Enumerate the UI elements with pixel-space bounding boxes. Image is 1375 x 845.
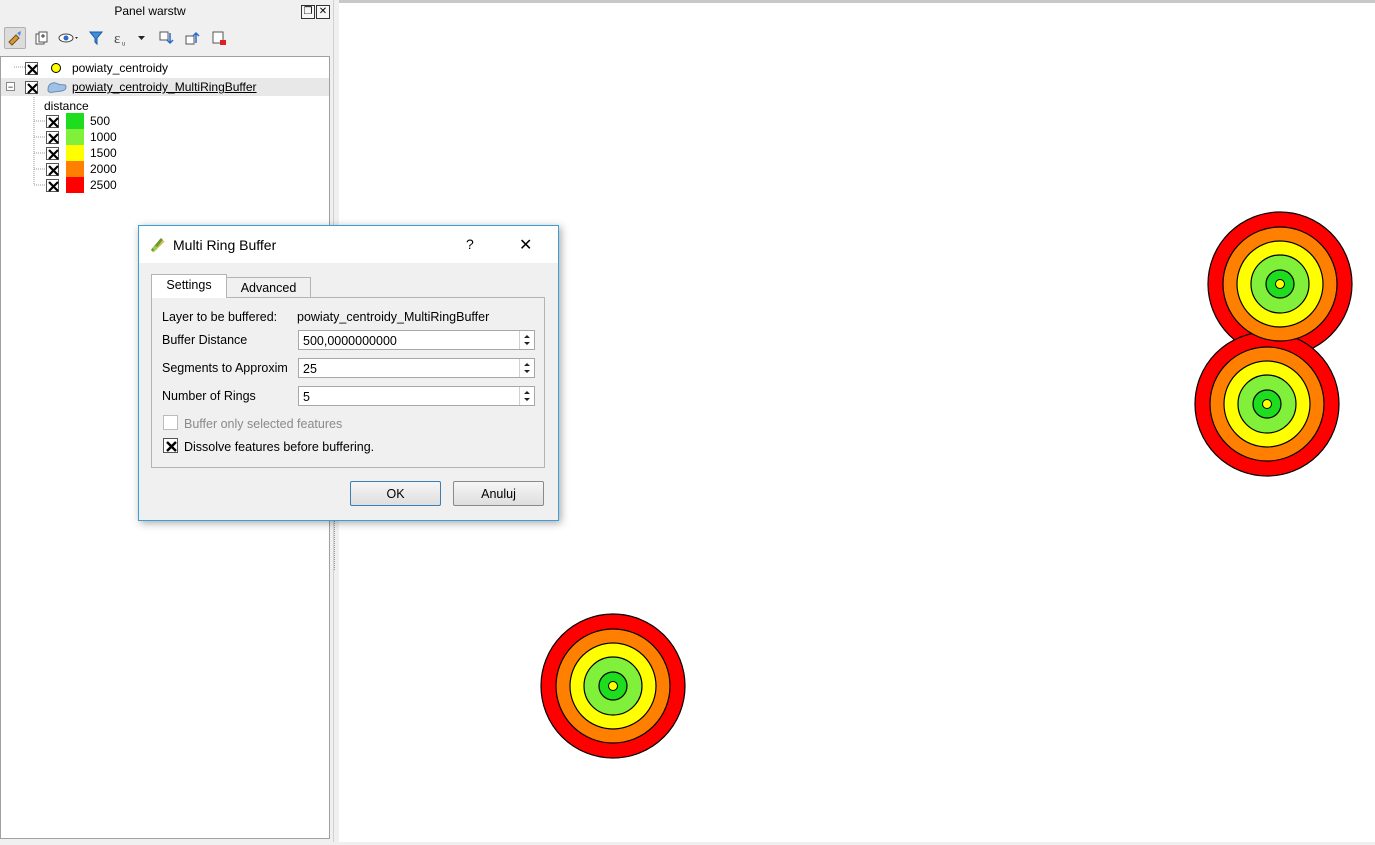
dissolve-checkbox[interactable] [163,438,178,453]
rings-value: 5 [303,390,310,404]
layer-to-buffer-label: Layer to be buffered: [162,310,278,324]
class-color-swatch [66,129,84,145]
segments-label: Segments to Approxim [162,361,288,375]
panel-title: Panel warstw [114,4,186,18]
buffer-distance-value: 500,0000000000 [303,334,397,348]
dialog-title: Multi Ring Buffer [173,237,277,253]
plugin-icon [150,238,165,253]
spin-arrows[interactable] [519,331,534,349]
help-button[interactable]: ? [466,236,474,252]
layer-visibility-checkbox[interactable] [25,81,38,94]
selected-only-checkbox[interactable] [163,415,178,430]
spin-arrows[interactable] [519,359,534,377]
expression-icon[interactable]: εᵤ [112,27,148,49]
polygon-symbol-icon [47,82,67,93]
add-group-icon[interactable] [30,27,52,49]
close-panel-button[interactable]: ✕ [316,5,330,19]
collapse-all-icon[interactable] [181,27,203,49]
dissolve-label: Dissolve features before buffering. [184,440,375,454]
class-color-swatch [66,145,84,161]
svg-text:ε: ε [114,31,120,46]
close-dialog-button[interactable]: ✕ [519,235,532,255]
tab-settings[interactable]: Settings [151,274,227,298]
svg-text:ᵤ: ᵤ [122,37,126,46]
expand-all-icon[interactable] [155,27,177,49]
settings-panel: Layer to be buffered: powiaty_centroidy_… [151,297,545,468]
buffer-distance-label: Buffer Distance [162,333,248,347]
buffer-rings-group-1 [1194,211,1353,477]
cancel-button[interactable]: Anuluj [453,481,544,506]
remove-layer-icon[interactable] [208,27,230,49]
rings-label: Number of Rings [162,389,256,403]
rings-input[interactable]: 5 [298,386,535,406]
visibility-icon[interactable] [58,27,80,49]
layer-visibility-checkbox[interactable] [25,62,38,75]
segments-input[interactable]: 25 [298,358,535,378]
segments-value: 25 [303,362,317,376]
style-manager-icon[interactable] [4,27,26,49]
dialog-titlebar[interactable]: Multi Ring Buffer ? ✕ [139,226,558,263]
class-visibility-checkbox[interactable] [46,115,59,128]
map-top-border [338,0,1375,3]
class-label: 2500 [90,178,117,192]
selected-only-label: Buffer only selected features [184,417,343,431]
layer-row-centroids[interactable]: powiaty_centroidy [1,59,329,77]
legend-class-row[interactable]: 2500 [1,177,201,195]
filter-icon[interactable] [85,27,107,49]
float-panel-button[interactable]: ❐ [301,5,315,19]
class-visibility-checkbox[interactable] [46,147,59,160]
class-visibility-checkbox[interactable] [46,131,59,144]
buffer-distance-input[interactable]: 500,0000000000 [298,330,535,350]
class-color-swatch [66,177,84,193]
buffer-rings-group-2 [540,613,686,759]
layer-name: powiaty_centroidy_MultiRingBuffer [72,80,257,94]
point-symbol-icon [51,63,61,73]
class-visibility-checkbox[interactable] [46,179,59,192]
multi-ring-buffer-dialog: Multi Ring Buffer ? ✕ Settings Advanced … [138,225,559,521]
class-color-swatch [66,113,84,129]
layer-to-buffer-value: powiaty_centroidy_MultiRingBuffer [297,310,490,324]
layer-row-multiringbuffer[interactable]: − powiaty_centroidy_MultiRingBuffer [1,78,329,96]
layer-name: powiaty_centroidy [72,61,169,75]
collapse-toggle[interactable]: − [6,82,15,92]
ok-button[interactable]: OK [350,481,441,506]
class-visibility-checkbox[interactable] [46,163,59,176]
class-color-swatch [66,161,84,177]
spin-arrows[interactable] [519,387,534,405]
